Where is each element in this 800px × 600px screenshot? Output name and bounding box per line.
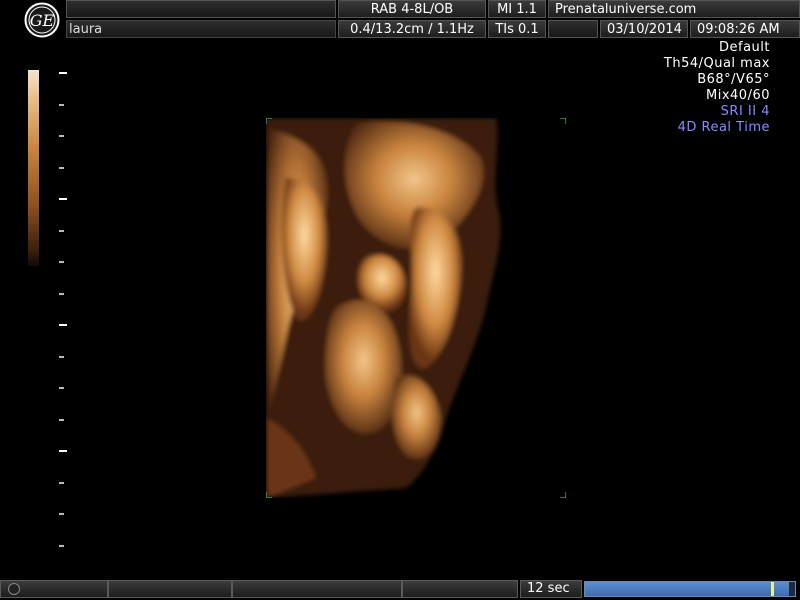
mode-label: 4D Real Time <box>677 120 770 135</box>
depth-scale-tick <box>59 292 64 295</box>
depth-scale-major-tick <box>59 198 67 200</box>
depth-scale-major-tick <box>59 324 67 326</box>
exam-date: 03/10/2014 <box>600 20 688 38</box>
mi-label: MI 1.1 <box>488 0 546 18</box>
header-blank-cell <box>66 0 336 18</box>
sri-label: SRI II 4 <box>720 104 770 119</box>
cine-timer: 12 sec <box>520 580 582 598</box>
exam-time: 09:08:26 AM <box>690 20 800 38</box>
angle-label: B68°/V65° <box>697 72 770 87</box>
header-gap-cell <box>548 20 598 38</box>
depth-scale-tick <box>59 135 64 137</box>
depth-scale-major-tick <box>59 72 67 74</box>
cine-progress-marker[interactable] <box>771 582 774 596</box>
threshold-label: Th54/Qual max <box>663 56 770 71</box>
depth-scale-tick <box>59 229 64 232</box>
cine-progress-fill <box>585 582 789 596</box>
ge-logo-icon: GE <box>24 2 60 38</box>
settings-panel: Default Th54/Qual max B68°/V65° Mix40/60… <box>664 40 770 136</box>
probe-label: RAB 4-8L/OB <box>338 0 486 18</box>
depth-scale-tick <box>59 103 64 106</box>
depth-scale-tick <box>59 166 64 169</box>
footer-segment-3[interactable] <box>232 580 402 598</box>
footer-segment-1[interactable] <box>0 580 108 598</box>
record-dot-icon <box>8 583 20 595</box>
footer-bar: 12 sec <box>0 578 800 600</box>
header-bar: GE RAB 4-8L/OB MI 1.1 Prenataluniverse.c… <box>0 0 800 40</box>
depth-scale-tick <box>59 261 64 263</box>
preset-label: Default <box>719 40 770 55</box>
cine-progress-bar[interactable] <box>584 581 796 597</box>
depth-scale-tick <box>59 544 64 547</box>
color-map-bar <box>28 70 39 266</box>
svg-text:GE: GE <box>30 11 55 30</box>
depth-scale-tick <box>59 513 64 515</box>
patient-name: laura <box>66 20 336 38</box>
website-label: Prenataluniverse.com <box>548 0 800 18</box>
depth-scale-major-tick <box>59 450 67 452</box>
volume-render-image[interactable] <box>266 118 566 498</box>
footer-segment-4[interactable] <box>402 580 518 598</box>
depth-scale-tick <box>59 387 64 389</box>
footer-segment-2[interactable] <box>108 580 232 598</box>
depth-scale-tick <box>59 418 64 421</box>
depth-frequency-label: 0.4/13.2cm / 1.1Hz <box>338 20 486 38</box>
mix-label: Mix40/60 <box>706 88 770 103</box>
depth-scale-tick <box>59 355 64 358</box>
depth-scale-tick <box>59 481 64 484</box>
tis-label: TIs 0.1 <box>488 20 546 38</box>
